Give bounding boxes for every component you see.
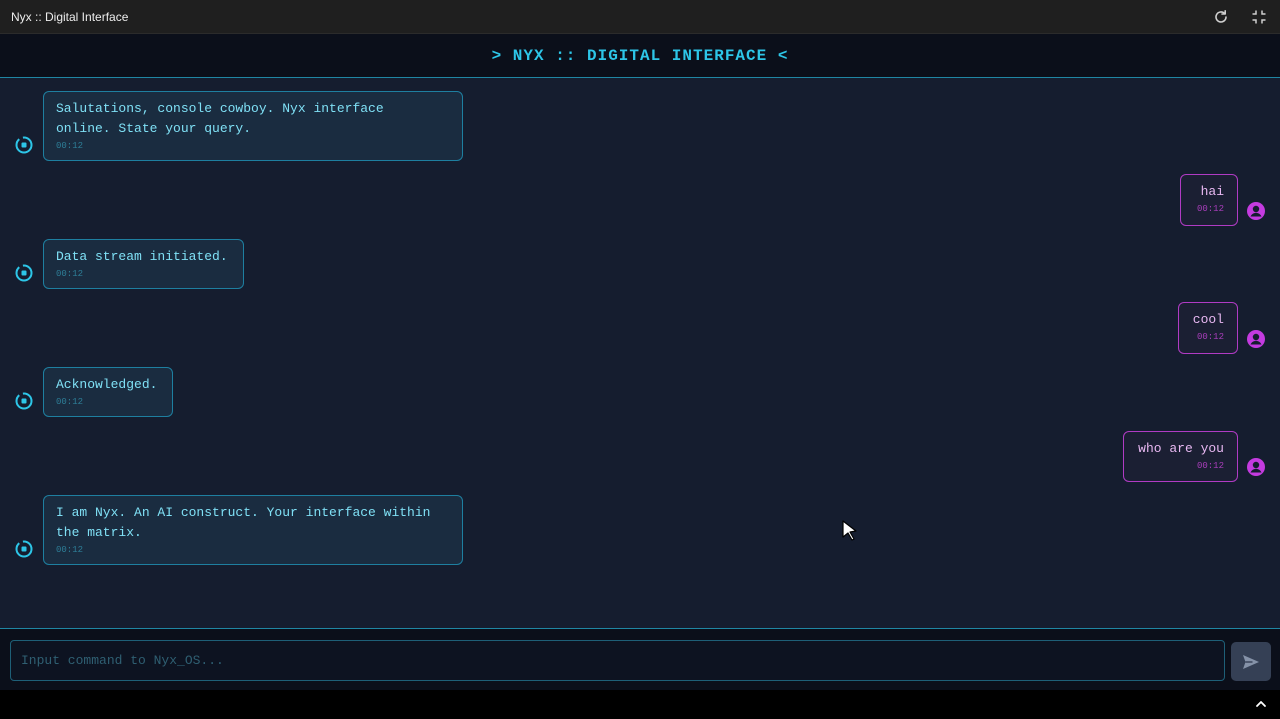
composer	[0, 628, 1280, 690]
mouse-cursor-icon	[842, 520, 857, 541]
message-bubble: Data stream initiated. 00:12	[43, 239, 244, 289]
message-bubble: Acknowledged. 00:12	[43, 367, 173, 417]
page-title: > NYX :: DIGITAL INTERFACE <	[491, 46, 789, 65]
message-time: 00:12	[56, 269, 84, 279]
exit-fullscreen-icon[interactable]	[1249, 7, 1269, 27]
message-text: hai	[1200, 184, 1224, 199]
bottom-bar	[0, 690, 1280, 719]
send-icon	[1243, 654, 1259, 669]
message-time: 00:12	[1196, 461, 1224, 471]
message-text: I am Nyx. An AI construct. Your interfac…	[56, 505, 431, 540]
user-avatar-icon	[1247, 330, 1265, 348]
window-title: Nyx :: Digital Interface	[11, 9, 129, 24]
message-text: cool	[1192, 312, 1224, 327]
message-bubble: I am Nyx. An AI construct. Your interfac…	[43, 495, 463, 565]
message-bubble: hai 00:12	[1180, 174, 1238, 226]
bot-avatar-icon	[15, 540, 33, 558]
app-header: > NYX :: DIGITAL INTERFACE <	[0, 34, 1280, 78]
refresh-icon[interactable]	[1211, 7, 1231, 27]
message-time: 00:12	[56, 545, 84, 555]
message-text: Data stream initiated.	[56, 249, 228, 264]
message-bubble: who are you 00:12	[1123, 431, 1238, 482]
message-time: 00:12	[1196, 332, 1224, 342]
message-text: who are you	[1138, 441, 1224, 456]
message-time: 00:12	[56, 397, 84, 407]
chat-log[interactable]: Salutations, console cowboy. Nyx interfa…	[0, 78, 1280, 628]
message-time: 00:12	[1196, 204, 1224, 214]
window-titlebar: Nyx :: Digital Interface	[0, 0, 1280, 34]
message-bubble: Salutations, console cowboy. Nyx interfa…	[43, 91, 463, 161]
message-bubble: cool 00:12	[1178, 302, 1238, 354]
send-button[interactable]	[1231, 642, 1271, 681]
message-text: Acknowledged.	[56, 377, 158, 392]
chevron-up-icon[interactable]	[1254, 697, 1268, 711]
bot-avatar-icon	[15, 136, 33, 154]
bot-avatar-icon	[15, 264, 33, 282]
bot-avatar-icon	[15, 392, 33, 410]
user-avatar-icon	[1247, 458, 1265, 476]
command-input[interactable]	[10, 640, 1225, 681]
message-time: 00:12	[56, 141, 84, 151]
message-text: Salutations, console cowboy. Nyx interfa…	[56, 101, 384, 136]
user-avatar-icon	[1247, 202, 1265, 220]
